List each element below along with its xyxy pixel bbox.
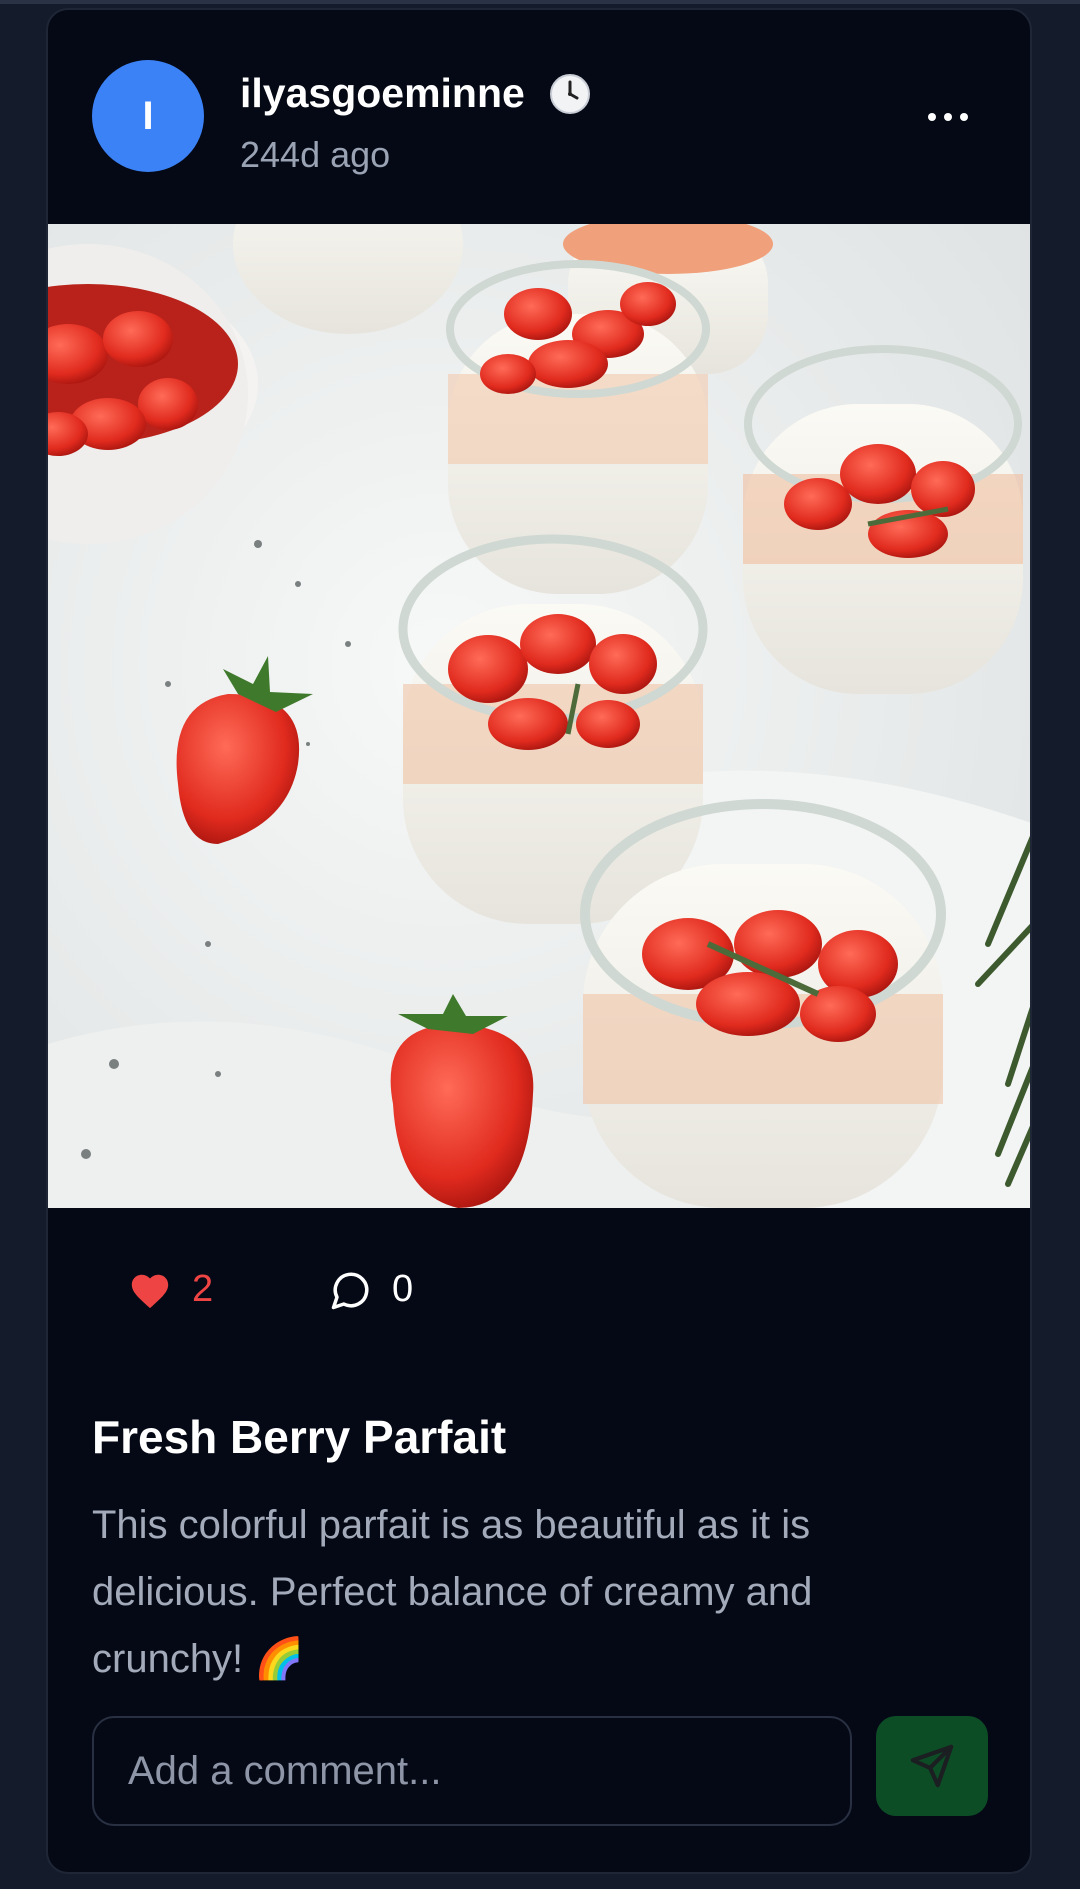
clock-icon [549, 73, 590, 114]
post-actions: 2 0 [48, 1256, 1030, 1332]
avatar[interactable]: I [92, 60, 204, 172]
like-button[interactable]: 2 [128, 1268, 213, 1311]
post-image[interactable] [48, 224, 1030, 1208]
parfait-photo [48, 224, 1030, 1208]
send-button[interactable] [876, 1716, 988, 1816]
post-title: Fresh Berry Parfait [92, 1411, 507, 1463]
send-icon [910, 1744, 954, 1788]
author-name-row: ilyasgoeminne [240, 70, 591, 117]
post-timestamp: 244d ago [240, 134, 391, 175]
author-username[interactable]: ilyasgoeminne [240, 70, 525, 117]
comment-input[interactable] [92, 1716, 852, 1826]
comment-bubble-icon [331, 1272, 369, 1309]
post-description: This colorful parfait is as beautiful as… [92, 1503, 813, 1681]
like-count: 2 [192, 1268, 214, 1310]
post-card: I ilyasgoeminne 244d ago 2 0 Fresh Berry… [46, 8, 1032, 1874]
comment-count: 0 [392, 1268, 414, 1310]
heart-icon [131, 1274, 169, 1308]
post-header: I ilyasgoeminne 244d ago [48, 10, 1030, 224]
comment-button[interactable]: 0 [330, 1268, 413, 1311]
avatar-initial: I [142, 93, 154, 138]
more-options-icon[interactable] [928, 110, 968, 124]
top-divider [0, 0, 1080, 4]
